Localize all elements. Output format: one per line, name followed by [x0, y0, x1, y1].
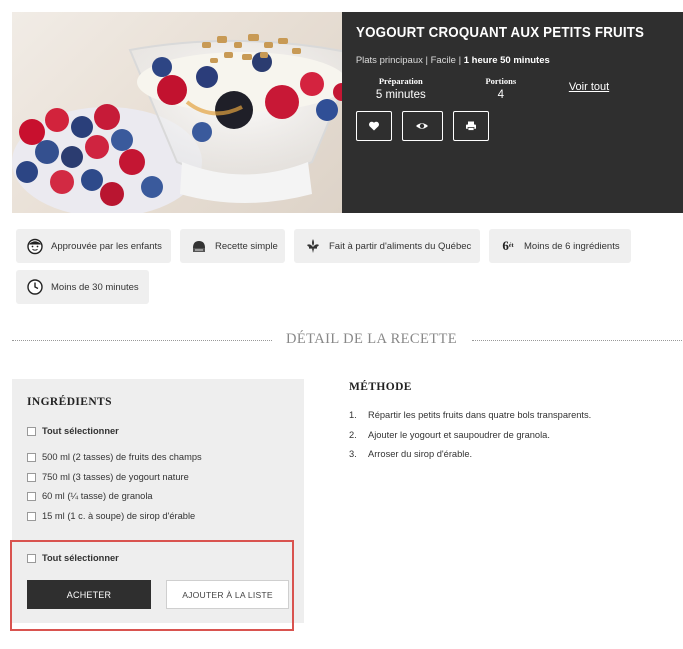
tag-label: Fait à partir d'aliments du Québec	[329, 240, 472, 252]
ingredient-label: 750 ml (3 tasses) de yogourt nature	[42, 472, 189, 482]
add-to-list-button[interactable]: AJOUTER À LA LISTE	[166, 580, 289, 609]
tag-few-ingredients: 6 ét Moins de 6 ingrédients	[489, 229, 631, 263]
portions-value: 4	[497, 89, 505, 101]
recipe-title: YOGOURT CROQUANT AUX PETITS FRUITS	[355, 25, 644, 41]
view-button[interactable]	[401, 111, 443, 141]
recipe-category: Plats principaux	[355, 55, 423, 66]
printer-icon	[465, 121, 476, 131]
step-text: Répartir les petits fruits dans quatre b…	[368, 410, 592, 420]
recipe-photo	[12, 12, 342, 213]
stat-portions: Portions 4	[471, 76, 531, 101]
recipe-stats: Préparation 5 minutes Portions 4 Voir to…	[356, 76, 669, 101]
print-button[interactable]	[452, 111, 489, 141]
kid-face-icon	[26, 237, 44, 255]
divider-line-left	[12, 340, 272, 341]
recipe-meta: Plats principaux | Facile | 1 heure 50 m…	[356, 55, 669, 66]
recipe-difficulty: Facile	[430, 55, 456, 66]
hat-icon	[190, 237, 208, 255]
method-step: 3. Arroser du sirop d'érable.	[349, 449, 472, 459]
see-all-link[interactable]: Voir tout	[569, 81, 609, 93]
parfait-image	[12, 34, 342, 213]
step-number: 3.	[349, 449, 357, 459]
tag-under-30-min: Moins de 30 minutes	[16, 270, 149, 304]
tag-quebec-food: Fait à partir d'aliments du Québec	[294, 229, 480, 263]
stat-preparation: Préparation 5 minutes	[356, 76, 446, 101]
select-all-label: Tout sélectionner	[42, 426, 119, 436]
ingredient-label: 60 ml (¼ tasse) de granola	[42, 491, 153, 501]
tag-label: Recette simple	[215, 240, 278, 252]
favorite-button[interactable]	[355, 111, 392, 141]
ingredient-label: 500 ml (2 tasses) de fruits des champs	[42, 452, 202, 462]
step-number: 1.	[349, 410, 357, 420]
recipe-actions	[355, 111, 669, 141]
method-step: 1. Répartir les petits fruits dans quatre…	[349, 410, 591, 420]
ingredient-checkbox[interactable]	[27, 452, 36, 462]
step-text: Arroser du sirop d'érable.	[368, 449, 473, 459]
ingredient-item[interactable]: 500 ml (2 tasses) de fruits des champs	[27, 452, 202, 462]
tag-label: Approuvée par les enfants	[51, 240, 162, 252]
step-number: 2.	[349, 430, 357, 440]
eye-icon	[416, 123, 429, 129]
clock-icon	[26, 278, 44, 296]
prep-value: 5 minutes	[375, 89, 426, 101]
tag-simple-recipe: Recette simple	[180, 229, 285, 263]
method-title: MÉTHODE	[349, 381, 412, 393]
select-all-checkbox[interactable]	[27, 426, 36, 436]
ingredient-checkbox[interactable]	[27, 472, 36, 482]
section-divider: DÉTAIL DE LA RECETTE	[0, 331, 683, 351]
recipe-hero: YOGOURT CROQUANT AUX PETITS FRUITS Plats…	[12, 12, 683, 213]
ingredient-checkbox[interactable]	[27, 511, 36, 521]
ingredient-label: 15 ml (1 c. à soupe) de sirop d'érable	[42, 511, 196, 521]
portions-label: Portions	[485, 76, 517, 86]
section-title: DÉTAIL DE LA RECETTE	[286, 331, 458, 347]
ingredient-item[interactable]: 60 ml (¼ tasse) de granola	[27, 491, 153, 501]
divider-line-right	[472, 340, 682, 341]
ingredient-item[interactable]: 750 ml (3 tasses) de yogourt nature	[27, 472, 189, 482]
ingredients-title: INGRÉDIENTS	[27, 396, 112, 408]
step-text: Ajouter le yogourt et saupoudrer de gran…	[368, 430, 550, 440]
fleur-de-lys-icon	[304, 237, 322, 255]
tag-label: Moins de 30 minutes	[51, 281, 139, 293]
prep-label: Préparation	[378, 76, 423, 86]
meta-separator: |	[422, 55, 431, 66]
meta-separator: |	[455, 55, 464, 66]
recipe-info-panel: YOGOURT CROQUANT AUX PETITS FRUITS Plats…	[341, 12, 683, 213]
six-icon: 6 ét	[502, 238, 514, 253]
select-all-top[interactable]: Tout sélectionner	[27, 426, 119, 436]
ingredient-item[interactable]: 15 ml (1 c. à soupe) de sirop d'érable	[27, 511, 195, 521]
tag-label: Moins de 6 ingrédients	[524, 240, 620, 252]
buy-button[interactable]: ACHETER	[27, 580, 151, 609]
tag-kid-approved: Approuvée par les enfants	[16, 229, 171, 263]
ingredient-checkbox[interactable]	[27, 491, 36, 501]
recipe-total-time: 1 heure 50 minutes	[463, 55, 550, 66]
heart-icon	[368, 121, 379, 131]
method-step: 2. Ajouter le yogourt et saupoudrer de gr…	[349, 430, 550, 440]
